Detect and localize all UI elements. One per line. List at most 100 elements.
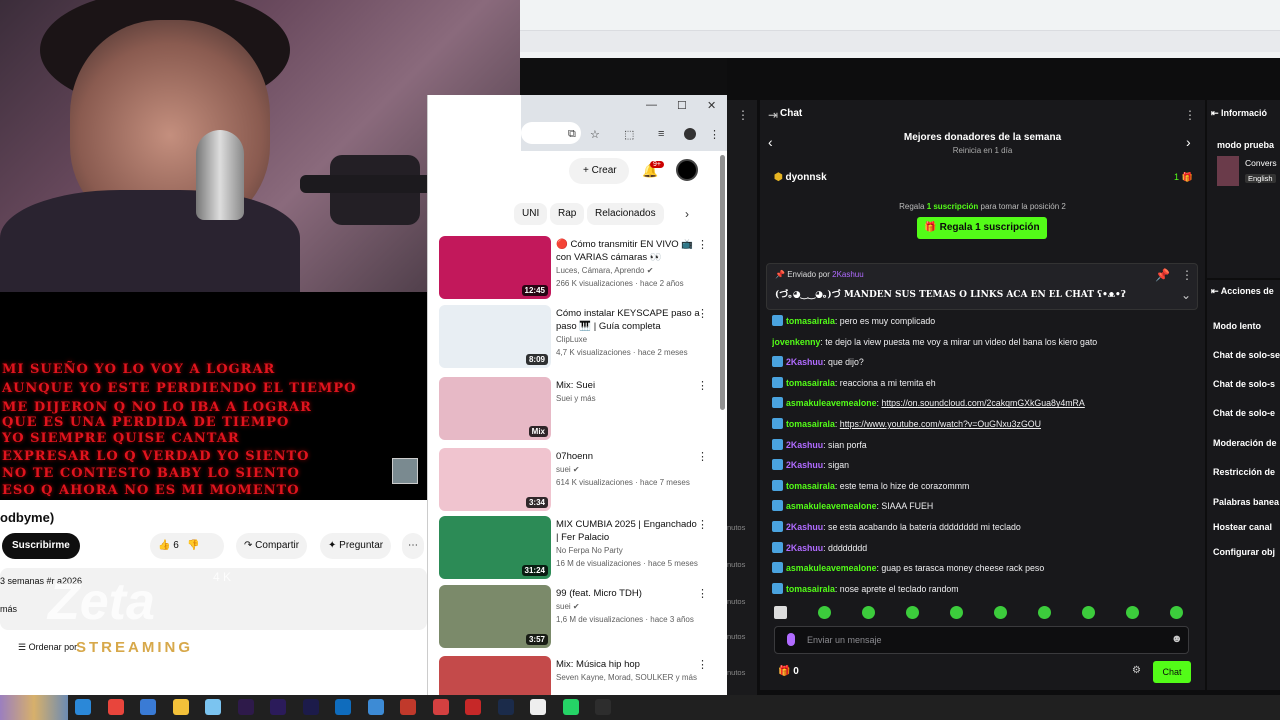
maximize-icon[interactable]: ☐ bbox=[677, 99, 687, 112]
chat-link[interactable]: https://www.youtube.com/watch?v=OuGNxu3z… bbox=[840, 419, 1041, 429]
video-channel[interactable]: suei ✔ bbox=[556, 602, 580, 611]
after-effects-icon[interactable] bbox=[302, 699, 319, 715]
suggested-video[interactable]: 3:34 07hoenn suei ✔ 614 K visualizacione… bbox=[439, 448, 723, 514]
pinned-message[interactable]: 📌 Enviado por 2Kashuu (づ｡◕‿‿◕｡)づ MANDEN … bbox=[766, 263, 1198, 310]
chat-username[interactable]: asmakuleavemealone bbox=[786, 563, 876, 573]
suggested-video[interactable]: 12:45 🔴 Cómo transmitir EN VIVO 📺 con VA… bbox=[439, 236, 723, 302]
youtube-video-player[interactable]: MI SUEÑO YO LO VOY A LOGRAR AUNQUE YO ES… bbox=[0, 292, 427, 500]
kebab-icon[interactable]: ⋮ bbox=[737, 108, 749, 122]
chat-username[interactable]: 2Kashuu bbox=[786, 522, 823, 532]
actions-collapse-icon[interactable]: ⇤ bbox=[1211, 286, 1221, 296]
chat-username[interactable]: jovenkenny bbox=[772, 337, 820, 347]
more-actions-button[interactable]: ⋯ bbox=[402, 533, 424, 559]
chip-relacionados[interactable]: Relacionados bbox=[587, 203, 664, 225]
chat-input[interactable]: Enviar un mensaje ☻ bbox=[774, 626, 1189, 654]
suggested-video[interactable]: Mix: Música hip hop Seven Kayne, Morad, … bbox=[439, 656, 723, 695]
close-icon[interactable]: ✕ bbox=[707, 99, 716, 112]
chip-uni[interactable]: UNI bbox=[514, 203, 548, 225]
action-item[interactable]: Hostear canal bbox=[1213, 522, 1272, 532]
like-dislike-group[interactable]: 👍 6 👎 bbox=[150, 533, 224, 559]
suggested-video[interactable]: Mix Mix: Suei Suei y más ⋮ bbox=[439, 377, 723, 443]
thumbs-up-icon[interactable]: 👍 bbox=[158, 540, 170, 551]
video-menu-icon[interactable]: ⋮ bbox=[697, 450, 708, 463]
microphone-icon[interactable] bbox=[787, 633, 795, 646]
chat-username[interactable]: tomasairala bbox=[786, 419, 835, 429]
extensions-icon[interactable]: ⬚ bbox=[624, 128, 634, 141]
profile-icon[interactable] bbox=[684, 128, 696, 140]
lightroom-icon[interactable] bbox=[497, 699, 514, 715]
send-chat-button[interactable]: Chat bbox=[1153, 661, 1191, 683]
sort-comments[interactable]: ☰ Ordenar por bbox=[18, 642, 77, 653]
video-thumbnail[interactable]: 31:24 bbox=[439, 516, 551, 579]
video-channel[interactable]: Seven Kayne, Morad, SOULKER y más bbox=[556, 673, 697, 682]
collapse-icon[interactable]: ⇤ bbox=[1211, 108, 1221, 118]
video-thumbnail[interactable]: 8:09 bbox=[439, 305, 551, 368]
chat-username[interactable]: tomasairala bbox=[786, 316, 835, 326]
store-icon[interactable] bbox=[140, 699, 156, 715]
suggested-video[interactable]: 3:57 99 (feat. Micro TDH) suei ✔ 1,6 M d… bbox=[439, 585, 723, 651]
thumbs-down-icon[interactable]: 👎 bbox=[187, 540, 199, 551]
playlist-icon[interactable]: ≡ bbox=[658, 128, 664, 140]
address-bar[interactable] bbox=[520, 30, 1280, 52]
obs-icon[interactable] bbox=[595, 699, 611, 715]
video-menu-icon[interactable]: ⋮ bbox=[697, 379, 708, 392]
video-channel[interactable]: Luces, Cámara, Aprendo ✔ bbox=[556, 266, 653, 275]
video-title[interactable]: 🔴 Cómo transmitir EN VIVO 📺 con VARIAS c… bbox=[556, 238, 701, 264]
video-thumbnail[interactable]: 12:45 bbox=[439, 236, 551, 299]
chat-collapse-icon[interactable]: ⇥ bbox=[768, 108, 778, 122]
emote-icon[interactable] bbox=[1038, 606, 1051, 619]
chat-menu-icon[interactable]: ⋮ bbox=[1184, 108, 1196, 122]
chat-link[interactable]: https://on.soundcloud.com/2cakqmGXkGua8y… bbox=[881, 398, 1084, 408]
emote-icon[interactable] bbox=[950, 606, 963, 619]
action-item[interactable]: Configurar obj bbox=[1213, 547, 1275, 557]
gift-sub-button[interactable]: 🎁 Regala 1 suscripción bbox=[917, 217, 1047, 239]
video-thumbnail[interactable] bbox=[439, 656, 551, 695]
video-menu-icon[interactable]: ⋮ bbox=[697, 518, 708, 531]
premiere-icon[interactable] bbox=[270, 699, 286, 715]
app-icon[interactable] bbox=[400, 699, 416, 715]
video-channel[interactable]: No Ferpa No Party bbox=[556, 546, 623, 555]
suggested-video[interactable]: 31:24 MIX CUMBIA 2025 | Enganchado | Fer… bbox=[439, 516, 723, 582]
bookmark-star-icon[interactable]: ☆ bbox=[590, 128, 600, 141]
share-button[interactable]: ↷ Compartir bbox=[236, 533, 308, 559]
cast-icon[interactable]: ⧉ bbox=[568, 128, 576, 141]
chat-username[interactable]: 2Kashuu bbox=[786, 543, 823, 553]
action-item[interactable]: Chat de solo-e bbox=[1213, 408, 1275, 418]
video-menu-icon[interactable]: ⋮ bbox=[697, 307, 708, 320]
ask-button[interactable]: ✦ Preguntar bbox=[320, 533, 392, 559]
explorer-icon[interactable] bbox=[172, 699, 189, 715]
chat-username[interactable]: tomasairala bbox=[786, 378, 835, 388]
video-title[interactable]: 07hoenn bbox=[556, 450, 701, 463]
video-thumbnail[interactable]: 3:57 bbox=[439, 585, 551, 648]
emote-icon[interactable] bbox=[818, 606, 831, 619]
browser-icon[interactable] bbox=[367, 699, 384, 715]
emote-icon[interactable] bbox=[1126, 606, 1139, 619]
emote-icon[interactable] bbox=[906, 606, 919, 619]
video-channel[interactable]: Suei y más bbox=[556, 394, 596, 403]
suggested-video[interactable]: 8:09 Cómo instalar KEYSCAPE paso a paso … bbox=[439, 305, 723, 371]
gear-icon[interactable]: ⚙ bbox=[1132, 665, 1141, 676]
video-thumbnail[interactable]: Mix bbox=[439, 377, 551, 440]
chat-username[interactable]: 2Kashuu bbox=[786, 357, 823, 367]
video-title[interactable]: MIX CUMBIA 2025 | Enganchado | Fer Palac… bbox=[556, 518, 701, 544]
video-title[interactable]: Mix: Música hip hop bbox=[556, 658, 701, 671]
chevron-right-icon[interactable]: › bbox=[685, 207, 689, 221]
action-item[interactable]: Restricción de bbox=[1213, 467, 1275, 477]
chat-username[interactable]: 2Kashuu bbox=[786, 440, 823, 450]
subscribe-button[interactable]: Suscribirme bbox=[2, 533, 80, 559]
video-title[interactable]: Cómo instalar KEYSCAPE paso a paso 🎹 | G… bbox=[556, 307, 701, 333]
video-channel[interactable]: ClipLuxe bbox=[556, 335, 587, 344]
video-menu-icon[interactable]: ⋮ bbox=[697, 587, 708, 600]
video-channel[interactable]: suei ✔ bbox=[556, 465, 580, 474]
show-more[interactable]: más bbox=[0, 604, 17, 614]
outlook-icon[interactable] bbox=[335, 699, 351, 715]
emote-icon[interactable] bbox=[994, 606, 1007, 619]
chip-rap[interactable]: Rap bbox=[550, 203, 585, 225]
minimize-icon[interactable]: — bbox=[646, 99, 657, 111]
gift-counter[interactable]: 🎁 0 bbox=[778, 666, 799, 677]
whatsapp-icon[interactable] bbox=[562, 699, 579, 715]
chat-username[interactable]: tomasairala bbox=[786, 481, 835, 491]
chat-username[interactable]: 2Kashuu bbox=[786, 460, 823, 470]
emote-icon[interactable] bbox=[774, 606, 787, 619]
chevron-down-icon[interactable]: ⌄ bbox=[1181, 288, 1191, 302]
